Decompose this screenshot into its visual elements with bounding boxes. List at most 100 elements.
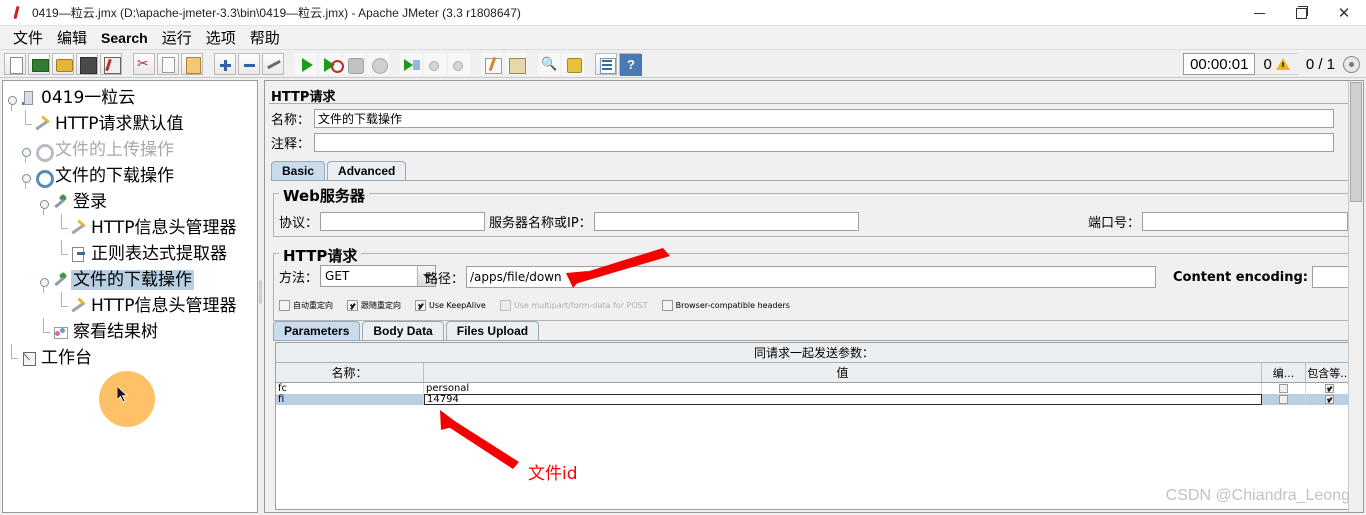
basic-advanced-tabs: Basic Advanced xyxy=(271,159,408,181)
method-dropdown[interactable]: GET xyxy=(320,265,437,287)
checkbox-icon[interactable] xyxy=(1279,395,1288,404)
tab-advanced[interactable]: Advanced xyxy=(327,161,407,181)
comment-input[interactable] xyxy=(314,133,1335,152)
tree-node-upload-group[interactable]: 文件的上传操作 xyxy=(3,137,257,163)
server-input[interactable] xyxy=(593,212,859,231)
mouse-cursor-icon xyxy=(117,386,128,403)
checkbox-icon[interactable] xyxy=(279,300,290,311)
expand-toggle-icon[interactable] xyxy=(19,163,33,189)
tree-node-download-group[interactable]: 文件的下载操作 xyxy=(3,163,257,189)
tree-node-label: 文件的上传操作 xyxy=(55,140,174,160)
paste-icon[interactable] xyxy=(181,52,203,75)
scrollbar-thumb[interactable] xyxy=(1350,82,1362,202)
help-icon[interactable] xyxy=(619,52,642,76)
toggle-icon[interactable] xyxy=(262,52,284,75)
param-value-cell[interactable]: personal xyxy=(424,383,1262,394)
menu-item-file[interactable]: 文件 xyxy=(6,26,50,49)
expand-all-icon[interactable] xyxy=(214,52,236,75)
open-templates-icon[interactable] xyxy=(28,52,50,75)
remote-start-all-icon[interactable] xyxy=(400,52,422,75)
tree-node-regex-extractor[interactable]: 正则表达式提取器 xyxy=(3,240,257,267)
tree-node-login-sampler[interactable]: 登录 xyxy=(3,189,257,215)
save-icon[interactable] xyxy=(76,52,98,75)
start-icon[interactable] xyxy=(295,52,317,75)
http-sampler-icon xyxy=(51,193,69,211)
column-header-encode[interactable]: 编... xyxy=(1262,363,1306,382)
save-as-icon[interactable] xyxy=(100,52,122,75)
tab-parameters[interactable]: Parameters xyxy=(273,321,361,341)
checkbox-icon[interactable] xyxy=(661,300,673,311)
menu-item-search[interactable]: Search xyxy=(94,29,155,47)
checkbox-icon[interactable] xyxy=(347,300,358,311)
table-row[interactable]: fi 14794 xyxy=(276,394,1352,405)
parameters-table[interactable]: 同请求一起发送参数： 名称： 值 编... 包含等... fc personal… xyxy=(275,342,1353,510)
open-file-icon[interactable] xyxy=(52,52,74,75)
checkbox-icon[interactable] xyxy=(415,300,426,311)
checkbox-icon xyxy=(499,300,511,311)
menu-item-options[interactable]: 选项 xyxy=(199,26,243,49)
tab-files-upload[interactable]: Files Upload xyxy=(445,321,540,341)
column-header-include-equals[interactable]: 包含等... xyxy=(1306,363,1352,382)
panel-vertical-scrollbar[interactable] xyxy=(1348,81,1363,512)
tree-node-header-manager-2[interactable]: HTTP信息头管理器 xyxy=(3,292,257,319)
collapse-all-icon[interactable] xyxy=(238,52,260,75)
path-input[interactable]: /apps/file/down xyxy=(466,266,1157,288)
param-name-cell[interactable]: fi xyxy=(276,394,424,405)
tree-node-download-sampler[interactable]: 文件的下载操作 xyxy=(3,267,257,293)
close-button[interactable]: ✕ xyxy=(1322,0,1366,26)
thread-group-icon xyxy=(33,167,54,188)
port-input[interactable] xyxy=(1142,212,1349,231)
function-helper-icon[interactable] xyxy=(595,52,617,75)
option-browser-compatible-headers[interactable]: Browser-compatible headers xyxy=(661,300,790,311)
new-document-icon[interactable] xyxy=(4,52,26,75)
expand-toggle-icon[interactable] xyxy=(5,85,19,111)
column-header-value[interactable]: 值 xyxy=(424,363,1262,382)
table-row[interactable]: fc personal xyxy=(276,383,1352,394)
menu-item-run[interactable]: 运行 xyxy=(155,26,199,49)
protocol-input[interactable] xyxy=(320,212,486,231)
name-input[interactable]: 文件的下载操作 xyxy=(314,109,1335,128)
option-keepalive[interactable]: Use KeepAlive xyxy=(415,300,486,311)
search-icon[interactable] xyxy=(538,52,560,75)
param-encode-cell[interactable] xyxy=(1262,383,1306,394)
test-plan-tree-panel[interactable]: 0419一粒云 HTTP请求默认值 文件的上传操作 文件的下载操作 登录 HTT… xyxy=(2,80,258,513)
wrench-icon xyxy=(33,115,51,133)
http-request-group-title: HTTP请求 xyxy=(279,245,362,266)
warning-indicator[interactable]: 0 xyxy=(1255,53,1298,75)
menu-item-help[interactable]: 帮助 xyxy=(243,26,287,49)
column-header-name[interactable]: 名称： xyxy=(276,363,424,382)
param-include-equals-cell[interactable] xyxy=(1306,394,1352,405)
checkbox-icon[interactable] xyxy=(1324,384,1334,393)
expand-toggle-icon[interactable] xyxy=(19,137,33,163)
option-auto-redirect[interactable]: 自动重定向 xyxy=(279,300,333,311)
cut-icon[interactable] xyxy=(133,52,155,75)
minimize-button[interactable] xyxy=(1238,0,1280,26)
option-follow-redirect[interactable]: 跟随重定向 xyxy=(347,300,401,311)
checkbox-icon[interactable] xyxy=(1324,395,1334,404)
toolbar-separator xyxy=(472,53,481,75)
tab-body-data[interactable]: Body Data xyxy=(362,321,444,341)
tree-node-test-plan[interactable]: 0419一粒云 xyxy=(3,85,257,111)
copy-icon[interactable] xyxy=(157,52,179,75)
clear-all-icon[interactable] xyxy=(505,52,527,75)
checkbox-icon[interactable] xyxy=(1279,384,1288,393)
tree-node-view-results-tree[interactable]: 察看结果树 xyxy=(3,318,257,345)
tree-node-header-manager-1[interactable]: HTTP信息头管理器 xyxy=(3,214,257,241)
tree-branch-line xyxy=(55,240,69,267)
menu-item-edit[interactable]: 编辑 xyxy=(50,26,94,49)
tree-node-workbench[interactable]: 工作台 xyxy=(3,344,257,371)
param-encode-cell[interactable] xyxy=(1262,394,1306,405)
expand-toggle-icon[interactable] xyxy=(37,189,51,215)
tab-basic[interactable]: Basic xyxy=(271,161,326,181)
maximize-button[interactable] xyxy=(1280,0,1322,26)
search-reset-icon[interactable] xyxy=(562,52,584,75)
option-label: Use multipart/form-data for POST xyxy=(513,301,648,310)
param-include-equals-cell[interactable] xyxy=(1306,383,1352,394)
param-name-cell[interactable]: fc xyxy=(276,383,424,394)
tree-node-http-defaults[interactable]: HTTP请求默认值 xyxy=(3,110,257,137)
path-label: 路径： xyxy=(425,271,465,287)
expand-toggle-icon[interactable] xyxy=(37,267,51,293)
clear-icon[interactable] xyxy=(481,52,503,75)
param-value-cell[interactable]: 14794 xyxy=(424,394,1262,405)
start-no-timers-icon[interactable] xyxy=(319,52,344,75)
